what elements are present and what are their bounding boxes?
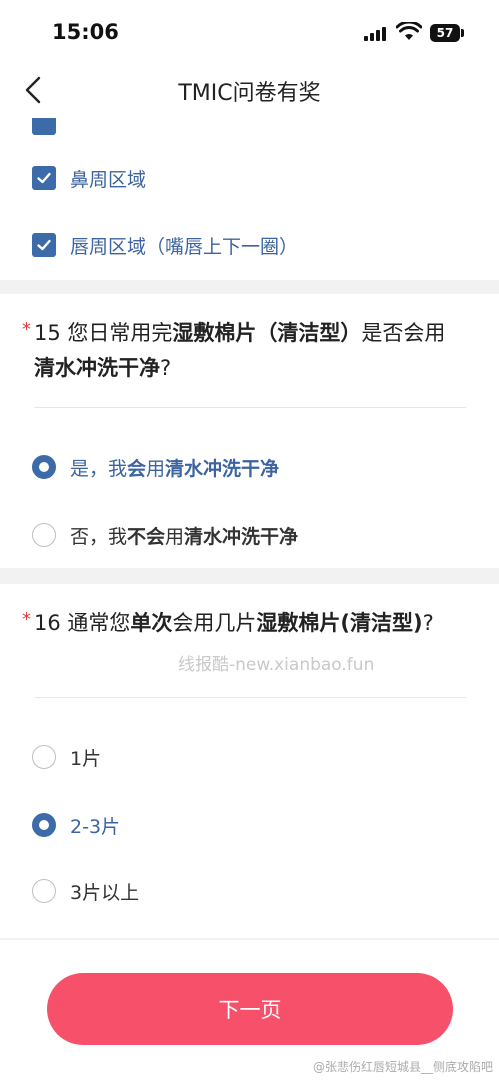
battery-icon: 57 [430, 24, 460, 42]
checkbox-checked [32, 233, 56, 257]
signal-icon [364, 27, 388, 41]
radio-option-3-plus-pieces[interactable]: 3片以上 [32, 874, 139, 908]
question-16-title: * 16 通常您单次会用几片湿敷棉片(清洁型)? [22, 606, 462, 641]
option-label: 否，我不会用清水冲洗干净 [70, 525, 299, 548]
checkbox-option-nose-area[interactable]: 鼻周区域 [32, 161, 146, 195]
checkbox-checked [32, 166, 56, 190]
next-page-button[interactable]: 下一页 [47, 973, 453, 1045]
radio-unselected [32, 523, 56, 547]
wifi-icon [396, 22, 422, 40]
radio-selected [32, 813, 56, 837]
divider [34, 697, 466, 698]
checkmark-icon [37, 172, 51, 184]
option-label: 2-3片 [70, 815, 121, 838]
required-mark: * [22, 609, 31, 630]
radio-option-no[interactable]: 否，我不会用清水冲洗干净 [32, 518, 298, 552]
option-label: 1片 [70, 747, 102, 770]
source-watermark: @张悲伤红唇短城县__侧底攻陷吧 [312, 1060, 493, 1074]
radio-option-2-3-pieces[interactable]: 2-3片 [32, 808, 120, 842]
question-16-card: * 16 通常您单次会用几片湿敷棉片(清洁型)? 1片 2-3片 3片以上 [0, 584, 499, 938]
page-title: TMIC问卷有奖 [178, 81, 321, 106]
option-label: 唇周区域（嘴唇上下一圈） [70, 235, 299, 258]
status-time: 15:06 [52, 20, 119, 44]
checkmark-icon [37, 239, 51, 251]
radio-option-1-piece[interactable]: 1片 [32, 740, 101, 774]
question-14-card: 鼻周区域 唇周区域（嘴唇上下一圈） [0, 118, 499, 280]
radio-selected [32, 455, 56, 479]
watermark-text: 线报酷-new.xianbao.fun [178, 655, 375, 675]
option-label: 3片以上 [70, 881, 140, 904]
divider [34, 407, 466, 408]
checkbox-option-lip-area[interactable]: 唇周区域（嘴唇上下一圈） [32, 228, 298, 262]
status-bar: 15:06 57 [0, 0, 499, 64]
radio-option-yes[interactable]: 是，我会用清水冲洗干净 [32, 450, 279, 484]
question-15-card: * 15 您日常用完湿敷棉片（清洁型）是否会用清水冲洗干净? 是，我会用清水冲洗… [0, 294, 499, 568]
radio-unselected [32, 745, 56, 769]
nav-bar: TMIC问卷有奖 [0, 64, 499, 118]
battery-tip [461, 29, 464, 37]
checkbox-checked [32, 118, 56, 135]
required-mark: * [22, 319, 31, 340]
checkbox-option-partial[interactable] [32, 118, 56, 140]
option-label: 鼻周区域 [70, 168, 147, 191]
radio-unselected [32, 879, 56, 903]
option-label: 是，我会用清水冲洗干净 [70, 457, 280, 480]
question-15-title: * 15 您日常用完湿敷棉片（清洁型）是否会用清水冲洗干净? [22, 316, 462, 386]
